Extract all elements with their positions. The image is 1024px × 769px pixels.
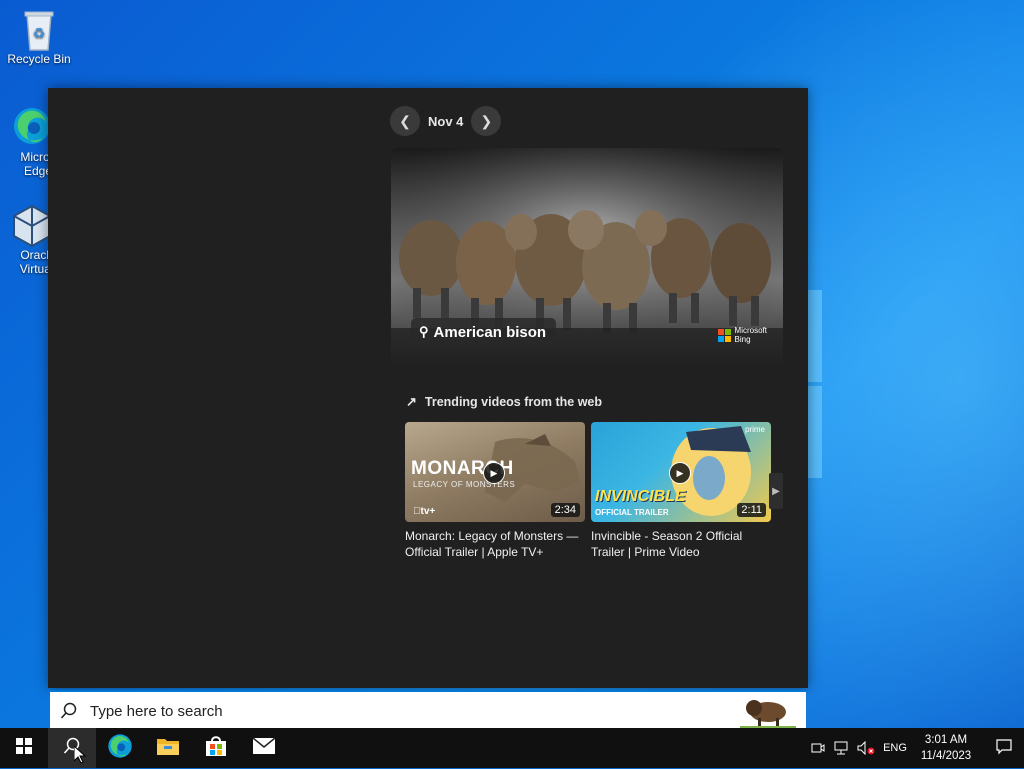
mail-icon <box>252 736 276 760</box>
recycle-bin-icon: ♻ <box>19 8 59 51</box>
video-card[interactable]: INVINCIBLE OFFICIAL TRAILER prime ▶ 2:11… <box>591 422 771 560</box>
network-icon[interactable] <box>830 728 854 768</box>
video-card[interactable]: MONARCH LEGACY OF MONSTERS tv+ ▶ 2:34 M… <box>405 422 585 560</box>
prime-badge: prime <box>744 425 765 434</box>
search-panel: ❮ Nov 4 ❯ ⚲ American bison Microsoft Bin… <box>48 88 808 688</box>
trending-icon: ↗ <box>406 394 417 409</box>
play-icon: ▶ <box>483 462 505 484</box>
video-thumbnail[interactable]: INVINCIBLE OFFICIAL TRAILER prime ▶ 2:11 <box>591 422 771 522</box>
trending-title-text: Trending videos from the web <box>424 395 603 409</box>
taskbar-edge-button[interactable] <box>96 728 144 768</box>
microsoft-bing-brand: Microsoft Bing <box>717 326 767 344</box>
store-icon <box>204 735 228 762</box>
video-duration: 2:11 <box>737 503 766 517</box>
apple-tv-badge: tv+ <box>413 506 435 517</box>
brand-line: Bing <box>734 335 751 344</box>
taskbar-mail-button[interactable] <box>240 728 288 768</box>
video-thumbnail[interactable]: MONARCH LEGACY OF MONSTERS tv+ ▶ 2:34 <box>405 422 585 522</box>
taskbar: ENG 3:01 AM 11/4/2023 <box>0 728 1024 768</box>
chevron-right-icon: ▶ <box>772 485 780 497</box>
date-label: Nov 4 <box>428 113 464 129</box>
date-navigation: ❮ Nov 4 ❯ <box>390 106 502 136</box>
desktop-icon-label: Recycle Bin <box>7 52 71 66</box>
meet-now-icon[interactable] <box>806 728 830 768</box>
wallpaper-logo-pane <box>806 386 822 478</box>
edge-icon <box>12 106 52 146</box>
volume-muted-icon[interactable] <box>854 728 878 768</box>
previous-date-button[interactable]: ❮ <box>390 106 420 136</box>
clock-date: 11/4/2023 <box>920 750 972 762</box>
search-icon <box>50 702 88 720</box>
play-icon: ▶ <box>669 462 691 484</box>
taskbar-file-explorer-button[interactable] <box>144 728 192 768</box>
windows-logo-icon <box>16 737 32 759</box>
microsoft-logo-icon <box>717 328 731 342</box>
start-button[interactable] <box>0 728 48 768</box>
taskbar-search-button[interactable] <box>48 728 96 768</box>
action-center-button[interactable] <box>984 728 1024 768</box>
notification-icon <box>996 738 1012 758</box>
next-date-button[interactable]: ❯ <box>471 106 502 136</box>
taskbar-store-button[interactable] <box>192 728 240 768</box>
brand-line: Microsoft <box>734 326 767 335</box>
virtualbox-icon <box>12 204 52 248</box>
search-input[interactable] <box>88 701 652 721</box>
bing-daily-image-card[interactable]: ⚲ American bison Microsoft Bing <box>391 148 783 368</box>
folder-icon <box>156 736 180 761</box>
video-duration: 2:34 <box>550 503 580 517</box>
scroll-right-button[interactable]: ▶ <box>769 473 783 509</box>
edge-icon <box>107 733 133 764</box>
chevron-left-icon: ❮ <box>399 112 411 129</box>
video-title[interactable]: Invincible - Season 2 Official Trailer |… <box>591 528 771 560</box>
clock[interactable]: 3:01 AM 11/4/2023 <box>916 732 976 764</box>
mouse-cursor <box>73 744 87 769</box>
thumbnail-title: INVINCIBLE <box>595 488 686 505</box>
taskbar-search-box[interactable] <box>50 690 806 730</box>
svg-text:♻: ♻ <box>33 26 46 42</box>
location-pin-icon: ⚲ <box>419 324 429 339</box>
wallpaper-logo-pane <box>806 290 822 382</box>
chevron-right-icon: ❯ <box>480 112 493 129</box>
language-indicator[interactable]: ENG <box>878 728 912 768</box>
thumbnail-subtitle: OFFICIAL TRAILER <box>595 508 669 517</box>
desktop-icon-recycle-bin[interactable]: ♻ Recycle Bin <box>1 8 77 66</box>
clock-time: 3:01 AM <box>924 734 968 746</box>
system-tray: ENG 3:01 AM 11/4/2023 <box>806 728 1024 768</box>
image-location-text: American bison <box>433 323 547 341</box>
trending-videos-heading: ↗ Trending videos from the web <box>406 394 602 410</box>
video-title[interactable]: Monarch: Legacy of Monsters — Official T… <box>405 528 585 560</box>
image-location-caption[interactable]: ⚲ American bison <box>411 318 557 346</box>
